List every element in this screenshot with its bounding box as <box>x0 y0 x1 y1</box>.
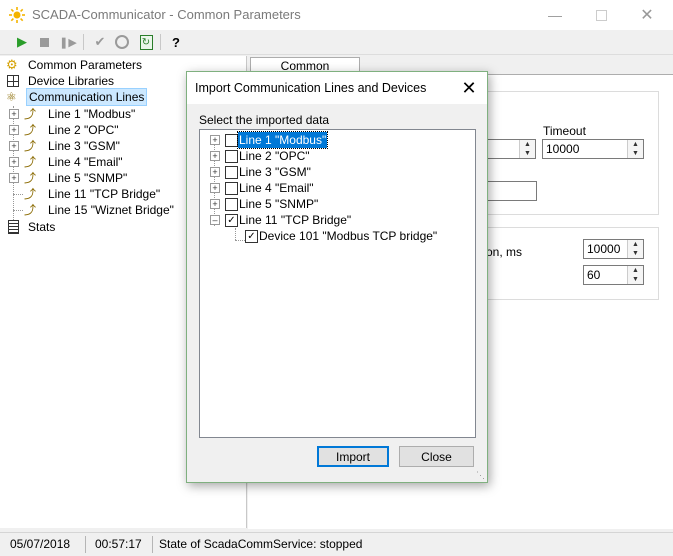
restart-button[interactable]: ❚▶ <box>58 33 78 51</box>
close-icon: ✕ <box>461 78 477 98</box>
dialog-title: Import Communication Lines and Devices <box>195 81 427 95</box>
timeout-label: Timeout <box>543 124 586 138</box>
close-button[interactable]: Close <box>399 446 474 467</box>
refresh-button[interactable]: ↻ <box>136 33 156 51</box>
help-button[interactable]: ? <box>166 33 186 51</box>
import-item-line-4[interactable]: + Line 4 "Email" <box>208 180 468 196</box>
line-icon: ⤴ <box>24 171 37 185</box>
line-5-checkbox[interactable] <box>225 198 238 211</box>
refresh-icon: ↻ <box>139 34 153 50</box>
collapse-icon[interactable]: – <box>210 215 220 225</box>
import-dialog: Import Communication Lines and Devices ✕… <box>186 71 488 483</box>
dialog-close-button[interactable]: ✕ <box>455 76 483 100</box>
minimize-icon: — <box>548 7 562 23</box>
document-icon <box>8 220 19 234</box>
line-icon: ⤴ <box>24 187 37 201</box>
status-bar: 05/07/2018 00:57:17 State of ScadaCommSe… <box>0 532 673 556</box>
line-4-checkbox[interactable] <box>225 182 238 195</box>
expand-icon[interactable]: + <box>9 173 19 183</box>
import-item-device-101[interactable]: ✓ Device 101 "Modbus TCP bridge" <box>208 228 468 244</box>
line-11-checkbox[interactable]: ✓ <box>225 214 238 227</box>
maximize-icon <box>595 9 607 21</box>
maximize-button[interactable] <box>578 0 624 30</box>
apply-button[interactable]: ✔ <box>90 33 110 51</box>
window-title: SCADA-Communicator - Common Parameters <box>32 7 301 22</box>
spin-buttons[interactable]: ▲ ▼ <box>627 240 643 258</box>
dialog-title-bar: Import Communication Lines and Devices ✕ <box>187 72 487 104</box>
resize-grip-icon[interactable]: ⋱ <box>476 470 485 481</box>
import-item-line-1[interactable]: + Line 1 "Modbus" <box>208 131 468 149</box>
help-icon: ? <box>172 34 180 50</box>
spin-buttons[interactable]: ▲ ▼ <box>627 266 643 284</box>
cancel-button[interactable] <box>112 33 132 51</box>
spin-buttons[interactable]: ▲ ▼ <box>519 140 535 158</box>
stop-icon <box>39 37 49 47</box>
group-box <box>485 227 659 300</box>
line-2-checkbox[interactable] <box>225 150 238 163</box>
expand-icon[interactable]: + <box>210 183 220 193</box>
app-icon <box>9 7 25 23</box>
import-item-line-3[interactable]: + Line 3 "GSM" <box>208 164 468 180</box>
window-close-button[interactable]: ✕ <box>624 0 670 30</box>
partial-label: on, ms <box>486 245 523 259</box>
status-message: State of ScadaCommService: stopped <box>159 537 363 551</box>
status-divider <box>85 536 86 553</box>
title-bar: SCADA-Communicator - Common Parameters —… <box>0 0 673 30</box>
line-icon: ⤴ <box>24 203 37 217</box>
expand-icon[interactable]: + <box>210 135 220 145</box>
minimize-button[interactable]: — <box>532 0 578 30</box>
status-time: 00:57:17 <box>95 537 142 551</box>
close-icon: ✕ <box>640 7 654 24</box>
expand-icon[interactable]: + <box>210 199 220 209</box>
play-icon: ▶ <box>17 34 27 49</box>
line-icon: ⤴ <box>24 155 37 169</box>
device-101-checkbox[interactable]: ✓ <box>245 230 258 243</box>
status-date: 05/07/2018 <box>10 537 71 551</box>
toolbar-separator <box>83 34 84 50</box>
toolbar: ▶ ❚▶ ✔ ↻ ? <box>0 30 673 55</box>
import-item-line-5[interactable]: + Line 5 "SNMP" <box>208 196 468 212</box>
line-1-checkbox[interactable] <box>225 134 238 147</box>
import-item-line-2[interactable]: + Line 2 "OPC" <box>208 148 468 164</box>
import-tree: + Line 1 "Modbus" + Line 2 "OPC" + Line … <box>199 129 476 438</box>
cancel-icon <box>115 35 129 49</box>
expand-icon[interactable]: + <box>210 167 220 177</box>
start-button[interactable]: ▶ <box>12 33 32 51</box>
expand-icon[interactable]: + <box>9 157 19 167</box>
line-3-checkbox[interactable] <box>225 166 238 179</box>
stop-button[interactable] <box>34 33 54 51</box>
value-field-2[interactable]: 60 ▲ ▼ <box>583 265 644 285</box>
expand-icon[interactable]: + <box>210 151 220 161</box>
text-field[interactable] <box>486 181 537 201</box>
check-icon: ✔ <box>94 34 106 49</box>
expand-icon[interactable]: + <box>9 125 19 135</box>
timeout-field[interactable]: 10000 ▲ ▼ <box>542 139 644 159</box>
import-item-line-11[interactable]: – ✓ Line 11 "TCP Bridge" <box>208 212 468 228</box>
select-data-label: Select the imported data <box>199 113 330 127</box>
toolbar-separator <box>160 34 161 50</box>
expand-icon[interactable]: + <box>9 109 19 119</box>
value-field-1[interactable]: 10000 ▲ ▼ <box>583 239 644 259</box>
line-icon: ⤴ <box>24 139 37 153</box>
gear-icon: ⚙ <box>6 57 18 72</box>
library-icon <box>7 75 19 87</box>
expand-icon[interactable]: + <box>9 141 19 151</box>
line-icon: ⚛ <box>6 90 17 104</box>
spin-buttons[interactable]: ▲ ▼ <box>627 140 643 158</box>
status-divider <box>152 536 153 553</box>
step-icon: ❚▶ <box>59 36 77 49</box>
line-icon: ⤴ <box>24 123 37 137</box>
hidden-number-field[interactable]: ▲ ▼ <box>486 139 536 159</box>
import-button[interactable]: Import <box>317 446 389 467</box>
line-icon: ⤴ <box>24 107 37 121</box>
